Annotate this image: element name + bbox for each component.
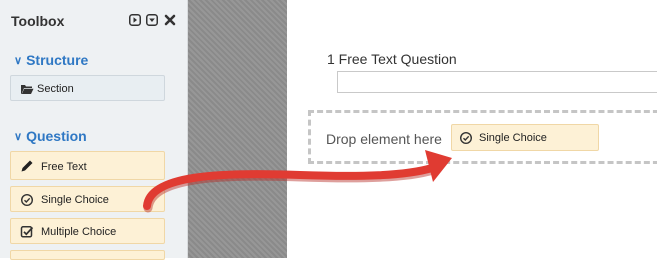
tool-partial[interactable] [10,250,165,260]
toolbox-panel: Toolbox ∨ Structure Section ∨ Question Fre… [0,0,188,260]
toolbox-title: Toolbox [11,13,65,29]
tool-section-label: Section [37,83,74,95]
question-title: 1 Free Text Question [327,51,457,67]
dragged-single-choice-label: Single Choice [479,132,547,144]
check-circle-icon [459,131,473,145]
pencil-icon [21,160,33,172]
panel-gutter [188,0,287,258]
tool-single-choice[interactable]: Single Choice [10,186,165,212]
tool-section[interactable]: Section [10,75,165,101]
expand-icon[interactable] [129,14,141,26]
collapse-icon[interactable] [146,14,158,26]
drop-zone-text: Drop element here [326,131,442,147]
toolbox-header: Toolbox [11,12,181,32]
chevron-down-icon: ∨ [14,131,23,143]
folder-open-icon [21,85,34,94]
question-text-input[interactable] [337,71,657,93]
tool-multiple-choice[interactable]: Multiple Choice [10,218,165,244]
tool-free-text[interactable]: Free Text [10,151,165,180]
section-header-question[interactable]: ∨ Question [14,128,87,144]
dragged-single-choice[interactable]: Single Choice [451,124,599,151]
check-square-icon [20,226,34,238]
tool-free-text-label: Free Text [41,161,87,173]
section-header-structure[interactable]: ∨ Structure [14,52,88,68]
close-icon[interactable] [164,14,176,26]
chevron-down-icon: ∨ [14,55,23,67]
tool-single-choice-label: Single Choice [41,194,109,206]
tool-multiple-choice-label: Multiple Choice [41,226,117,238]
check-circle-icon [20,193,34,207]
